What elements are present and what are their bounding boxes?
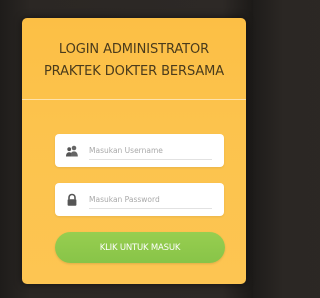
username-field[interactable] [55,134,224,167]
password-field[interactable] [55,183,224,216]
password-input[interactable] [89,189,212,209]
username-underline [89,159,212,160]
login-title-line-1: LOGIN ADMINISTRATOR [58,41,210,57]
username-input[interactable] [89,140,212,160]
login-card: LOGIN ADMINISTRATOR PRAKTEK DOKTER BERSA… [22,18,246,284]
login-title-line-2: PRAKTEK DOKTER BERSAMA [43,63,225,79]
password-underline [89,208,212,209]
lock-icon [65,192,79,206]
users-icon [65,143,79,157]
login-header: LOGIN ADMINISTRATOR PRAKTEK DOKTER BERSA… [22,18,246,100]
login-submit-button[interactable]: KLIK UNTUK MASUK [55,232,225,263]
